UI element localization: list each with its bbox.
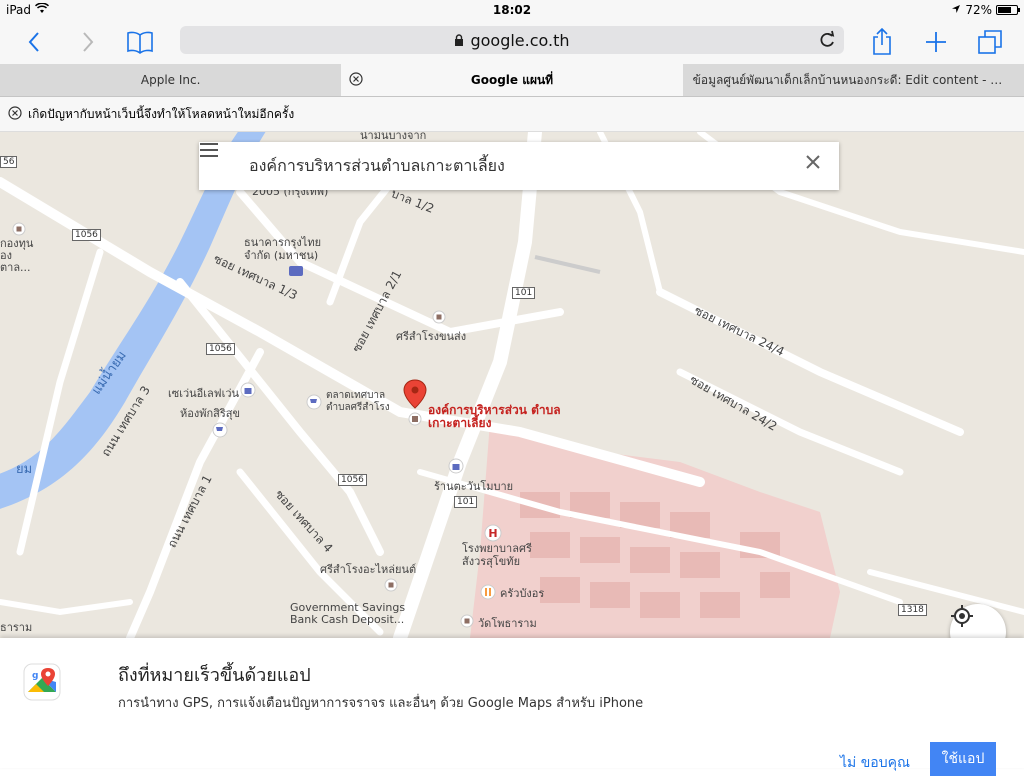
hospital-icon[interactable]: H bbox=[484, 524, 502, 542]
poi-label: กองทุน อง ตาล... bbox=[0, 237, 34, 274]
error-message: เกิดปัญหากับหน้าเว็บนี้จึงทำให้โหลดหน้าใ… bbox=[28, 106, 295, 121]
poi-label: ตลาดเทศบาล ตำบลศรีสำโรง bbox=[326, 390, 390, 413]
poi-marker-icon[interactable] bbox=[384, 578, 398, 592]
place-label: องค์การบริหารส่วน ตำบลเกาะตาเลี้ยง bbox=[428, 403, 561, 430]
chevron-left-icon bbox=[28, 32, 39, 52]
status-bar: iPad 18:02 72% bbox=[0, 0, 1024, 20]
new-tab-button[interactable] bbox=[918, 24, 954, 60]
svg-text:g: g bbox=[32, 671, 38, 681]
shopping-icon[interactable] bbox=[240, 382, 256, 398]
banner-subtitle: การนำทาง GPS, การแจ้งเตือนปัญหาการจราจร … bbox=[118, 696, 644, 711]
use-app-button[interactable]: ใช้แอป bbox=[930, 742, 996, 776]
share-icon bbox=[873, 28, 891, 55]
tab-apple[interactable]: Apple Inc. bbox=[0, 64, 341, 96]
tab-label: ข้อมูลศูนย์พัฒนาเด็กเล็กบ้านหนองกระดี: E… bbox=[692, 72, 1022, 87]
poi-label: เซเว่นอีเลฟเว่น bbox=[168, 387, 240, 400]
url-text: google.co.th bbox=[470, 30, 570, 50]
poi-label: โรงพยาบาลศรี สังวรสุโขทัย bbox=[462, 542, 532, 568]
menu-icon[interactable] bbox=[199, 142, 249, 190]
tab-wb-content[interactable]: ข้อมูลศูนย์พัฒนาเด็กเล็กบ้านหนองกระดี: E… bbox=[683, 64, 1024, 96]
map-canvas[interactable]: น้ำมันบางจาก 2005 (กรุงเทพ) บาล 1/2 ธนาค… bbox=[0, 132, 1024, 638]
cart-icon[interactable] bbox=[306, 394, 322, 410]
tabs-icon bbox=[978, 30, 1002, 54]
poi-label: ศรีสำโรงอะไหล่ยนต์ bbox=[320, 563, 417, 576]
river-label: ยม bbox=[16, 462, 33, 477]
poi-label: ครัวบังอร bbox=[500, 587, 545, 600]
poi-label: Government Savings Bank Cash Deposit... bbox=[290, 601, 406, 626]
app-promo-banner: g ถึงที่หมายเร็วขึ้นด้วยแอป การนำทาง GPS… bbox=[0, 638, 1024, 776]
map-search-box[interactable]: องค์การบริหารส่วนตำบลเกาะตาเลี้ยง bbox=[199, 142, 839, 190]
book-icon bbox=[127, 31, 153, 54]
tab-bar: Apple Inc. Google แผนที่ ข้อมูลศูนย์พัฒน… bbox=[0, 64, 1024, 97]
route-shield: 1056 bbox=[206, 343, 235, 355]
poi-marker-icon[interactable] bbox=[12, 222, 26, 236]
page-reload-notice: เกิดปัญหากับหน้าเว็บนี้จึงทำให้โหลดหน้าใ… bbox=[0, 97, 1024, 132]
battery-icon bbox=[996, 5, 1020, 15]
battery-percent: 72% bbox=[965, 3, 992, 17]
crosshair-icon bbox=[951, 605, 973, 627]
tab-label: Apple Inc. bbox=[140, 73, 201, 87]
route-shield: 1318 bbox=[898, 604, 927, 616]
clear-search-icon[interactable] bbox=[805, 154, 829, 178]
route-shield: 1056 bbox=[72, 229, 101, 241]
reload-icon[interactable] bbox=[818, 30, 836, 54]
poi-label: วัดโพธาราม bbox=[478, 617, 537, 630]
cart-icon[interactable] bbox=[212, 422, 228, 438]
route-shield: 101 bbox=[454, 496, 478, 508]
poi-label: ธาราม bbox=[0, 621, 33, 634]
plus-icon bbox=[926, 32, 946, 52]
route-shield: 56 bbox=[0, 156, 18, 168]
poi-marker-icon[interactable] bbox=[460, 614, 474, 628]
search-input[interactable]: องค์การบริหารส่วนตำบลเกาะตาเลี้ยง bbox=[249, 154, 505, 179]
lock-icon bbox=[454, 31, 464, 50]
forward-button[interactable] bbox=[70, 24, 106, 60]
shopping-icon[interactable] bbox=[448, 458, 464, 474]
tab-label: Google แผนที่ bbox=[470, 72, 554, 87]
location-pin-icon[interactable] bbox=[402, 378, 428, 426]
route-shield: 1056 bbox=[338, 474, 367, 486]
chevron-right-icon bbox=[83, 32, 94, 52]
tab-google-maps[interactable]: Google แผนที่ bbox=[341, 64, 683, 96]
restaurant-icon[interactable] bbox=[480, 584, 496, 600]
decline-button[interactable]: ไม่ ขอบคุณ bbox=[840, 752, 910, 774]
poi-marker-icon[interactable] bbox=[432, 310, 446, 324]
banner-title: ถึงที่หมายเร็วขึ้นด้วยแอป bbox=[118, 665, 311, 686]
bank-icon[interactable] bbox=[288, 264, 304, 278]
svg-text:H: H bbox=[488, 527, 497, 540]
poi-label: ห้องพักสิริสุข bbox=[180, 407, 240, 420]
route-shield: 101 bbox=[512, 287, 536, 299]
google-maps-logo-icon: g bbox=[23, 663, 61, 701]
back-button[interactable] bbox=[16, 24, 52, 60]
map-label-bank: ธนาคารกรุงไทย จำกัด (มหาชน) bbox=[244, 236, 322, 262]
poi-label: ร้านตะวันโมบาย bbox=[434, 480, 514, 493]
share-button[interactable] bbox=[864, 24, 900, 60]
status-time: 18:02 bbox=[492, 3, 532, 17]
close-tab-icon[interactable] bbox=[349, 72, 363, 86]
tabs-overview-button[interactable] bbox=[972, 24, 1008, 60]
close-circle-icon[interactable] bbox=[8, 105, 22, 123]
bookmarks-button[interactable] bbox=[122, 24, 158, 60]
poi-label: ศรีสำโรงขนส่ง bbox=[396, 330, 467, 343]
address-bar[interactable]: google.co.th bbox=[180, 26, 844, 54]
location-arrow-icon bbox=[951, 3, 961, 17]
browser-toolbar: google.co.th bbox=[0, 20, 1024, 64]
